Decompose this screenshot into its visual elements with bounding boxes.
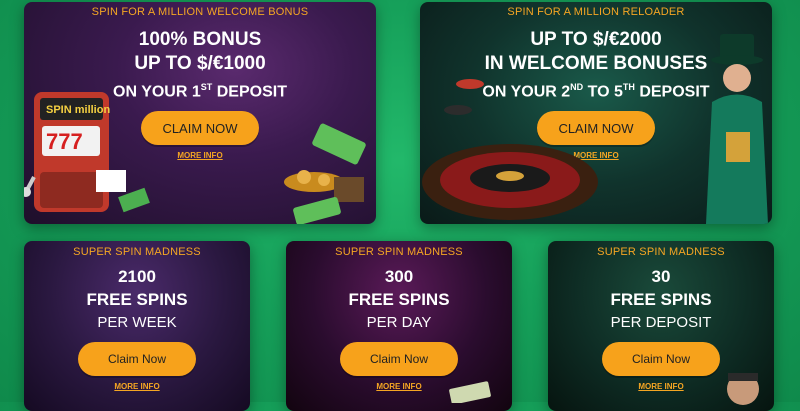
claim-now-button[interactable]: Claim Now <box>340 342 458 376</box>
slot-logo-text: SPIN million <box>46 104 110 116</box>
claim-now-button[interactable]: CLAIM NOW <box>537 111 655 146</box>
reloader-bonus-card: SPIN FOR A MILLION RELOADER UP TO $/€200… <box>420 2 772 224</box>
card-kicker: SPIN FOR A MILLION WELCOME BONUS <box>91 6 309 18</box>
card-kicker: SPIN FOR A MILLION RELOADER <box>507 6 685 18</box>
character-face-icon <box>727 373 759 405</box>
spins-label: FREE SPINS <box>86 290 188 309</box>
spins-period: PER DEPOSIT <box>610 314 712 331</box>
free-spins-weekly-card: SUPER SPIN MADNESS 2100 FREE SPINS PER W… <box>24 241 250 411</box>
more-info-link[interactable]: MORE INFO <box>638 382 683 391</box>
spins-count: 2100 <box>118 267 156 286</box>
bonus-subheadline: IN WELCOME BONUSES <box>484 53 708 74</box>
spins-count: 30 <box>651 267 671 286</box>
more-info-link[interactable]: MORE INFO <box>177 151 222 160</box>
cash-stack-icon <box>449 381 491 403</box>
bonus-amount: UP TO $/€1000 <box>134 53 266 74</box>
claim-now-button[interactable]: Claim Now <box>78 342 196 376</box>
card-kicker: SUPER SPIN MADNESS <box>73 246 201 258</box>
bonus-deposit-text: ON YOUR 1ST DEPOSIT <box>113 82 287 101</box>
bonus-headline: UP TO $/€2000 <box>530 29 662 50</box>
bonus-deposit-text: ON YOUR 2ND TO 5TH DEPOSIT <box>482 82 710 101</box>
more-info-link[interactable]: MORE INFO <box>573 151 618 160</box>
claim-now-button[interactable]: CLAIM NOW <box>141 111 259 146</box>
spins-label: FREE SPINS <box>610 290 712 309</box>
spins-label: FREE SPINS <box>348 290 450 309</box>
spins-count: 300 <box>384 267 414 286</box>
more-info-link[interactable]: MORE INFO <box>114 382 159 391</box>
free-spins-daily-card: SUPER SPIN MADNESS 300 FREE SPINS PER DA… <box>286 241 512 411</box>
more-info-link[interactable]: MORE INFO <box>376 382 421 391</box>
card-kicker: SUPER SPIN MADNESS <box>335 246 463 258</box>
bonus-headline: 100% BONUS <box>138 29 262 50</box>
card-kicker: SUPER SPIN MADNESS <box>597 246 725 258</box>
slot-reels-text: 777 <box>46 129 83 154</box>
welcome-bonus-card: SPIN million 777 SPIN FOR A MILLION WELC… <box>24 2 376 224</box>
claim-now-button[interactable]: Claim Now <box>602 342 720 376</box>
spins-period: PER DAY <box>366 314 432 331</box>
money-pile-icon <box>284 123 366 224</box>
free-spins-deposit-card: SUPER SPIN MADNESS 30 FREE SPINS PER DEP… <box>548 241 774 411</box>
spins-period: PER WEEK <box>97 314 177 331</box>
